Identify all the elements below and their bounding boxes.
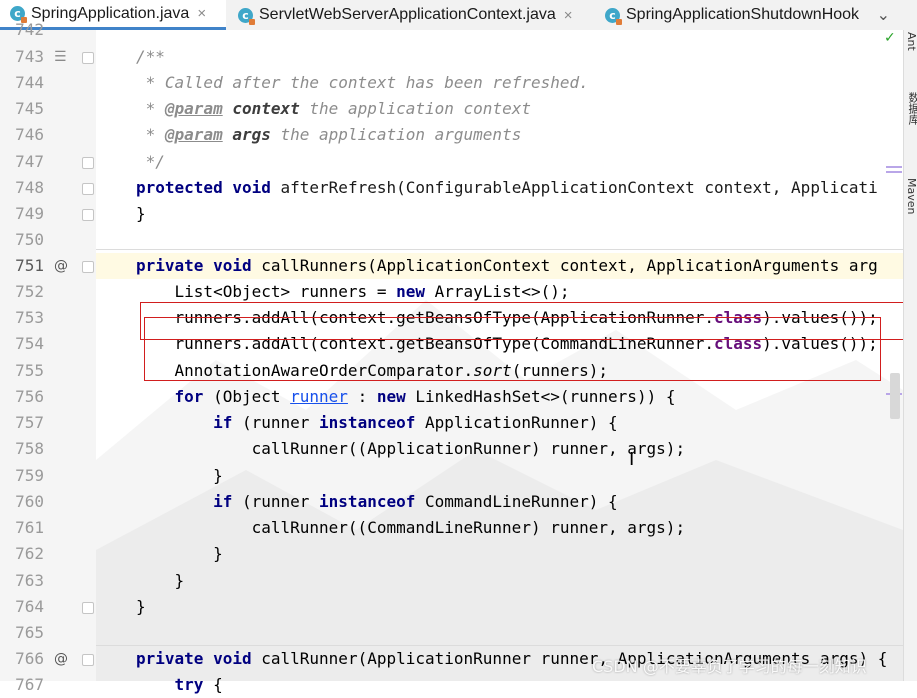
line-number: 756: [15, 387, 44, 406]
code-line: 758 callRunner((ApplicationRunner) runne…: [0, 436, 917, 462]
code-text: private void callRunners(ApplicationCont…: [136, 256, 878, 275]
doc-toggle-icon[interactable]: ☰: [54, 44, 67, 70]
fold-icon[interactable]: [82, 183, 94, 195]
code-text: * Called after the context has been refr…: [136, 73, 589, 92]
code-text: }: [136, 597, 146, 616]
code-text: * @param args the application arguments: [136, 125, 522, 144]
line-number: 764: [15, 597, 44, 616]
ant-tool-button[interactable]: Ant: [905, 32, 917, 51]
code-text: }: [136, 466, 223, 485]
code-line: 759 }: [0, 463, 917, 489]
line-number: 753: [15, 308, 44, 327]
code-line: 764 }: [0, 594, 917, 620]
line-number: 766: [15, 649, 44, 668]
code-line: 742: [0, 17, 917, 43]
code-text: callRunner((ApplicationRunner) runner, a…: [136, 439, 686, 458]
text-cursor-icon: I: [629, 449, 635, 470]
line-number: 751: [15, 256, 44, 275]
line-number: 765: [15, 623, 44, 642]
code-line: 743 ☰ /**: [0, 44, 917, 70]
code-text: callRunner((CommandLineRunner) runner, a…: [136, 518, 686, 537]
fold-icon[interactable]: [82, 602, 94, 614]
vertical-scrollbar-thumb[interactable]: [890, 373, 900, 419]
scroll-marker[interactable]: [886, 166, 902, 168]
fold-icon[interactable]: [82, 261, 94, 273]
code-text: try {: [174, 675, 223, 694]
line-number: 747: [15, 152, 44, 171]
highlight-box: [144, 317, 881, 381]
code-line: 756 for (Object runner : new LinkedHashS…: [0, 384, 917, 410]
line-number: 748: [15, 178, 44, 197]
fold-icon[interactable]: [82, 157, 94, 169]
code-line: 748 protected void afterRefresh(Configur…: [0, 175, 917, 201]
line-number: 754: [15, 334, 44, 353]
line-number: 742: [15, 20, 44, 39]
inspection-ok-icon[interactable]: ✓: [884, 30, 896, 46]
code-line: 765: [0, 620, 917, 646]
code-line: 749 }: [0, 201, 917, 227]
code-line: 760 if (runner instanceof CommandLineRun…: [0, 489, 917, 515]
database-tool-button[interactable]: 数据库: [905, 92, 917, 125]
line-number: 744: [15, 73, 44, 92]
code-text: * @param context the application context: [136, 99, 531, 118]
line-number: 755: [15, 361, 44, 380]
line-number: 760: [15, 492, 44, 511]
fold-icon[interactable]: [82, 52, 94, 64]
code-text: }: [136, 544, 223, 563]
scroll-marker[interactable]: [886, 171, 902, 173]
line-number: 743: [15, 47, 44, 66]
line-number: 749: [15, 204, 44, 223]
line-number: 767: [15, 675, 44, 694]
code-line: 763 }: [0, 568, 917, 594]
watermark: CSDN @不要辜负了学习的每一刻知识: [592, 657, 867, 676]
code-line: 761 callRunner((CommandLineRunner) runne…: [0, 515, 917, 541]
code-line: 747 */: [0, 149, 917, 175]
line-number: 758: [15, 439, 44, 458]
line-number: 745: [15, 99, 44, 118]
code-text: }: [136, 204, 146, 223]
line-number: 762: [15, 544, 44, 563]
code-line: 757 if (runner instanceof ApplicationRun…: [0, 410, 917, 436]
line-number: 746: [15, 125, 44, 144]
code-text: */: [136, 152, 165, 171]
code-line: 744 * Called after the context has been …: [0, 70, 917, 96]
code-text: for (Object runner : new LinkedHashSet<>…: [174, 387, 676, 406]
line-number: 761: [15, 518, 44, 537]
code-line: 750: [0, 227, 917, 253]
annotation-icon[interactable]: @: [54, 646, 68, 672]
line-number: 750: [15, 230, 44, 249]
line-number: 763: [15, 571, 44, 590]
line-number: 752: [15, 282, 44, 301]
code-text: }: [136, 571, 185, 590]
code-text: protected void afterRefresh(Configurable…: [136, 178, 878, 197]
fold-icon[interactable]: [82, 654, 94, 666]
code-line: 762 }: [0, 541, 917, 567]
code-text: if (runner instanceof CommandLineRunner)…: [213, 492, 618, 511]
code-line: 746 * @param args the application argume…: [0, 122, 917, 148]
code-text: if (runner instanceof ApplicationRunner)…: [213, 413, 618, 432]
code-line-current: 751 @ private void callRunners(Applicati…: [0, 253, 917, 279]
annotation-icon[interactable]: @: [54, 253, 68, 279]
code-line: 745 * @param context the application con…: [0, 96, 917, 122]
maven-tool-button[interactable]: Maven: [905, 178, 917, 214]
line-number: 757: [15, 413, 44, 432]
line-number: 759: [15, 466, 44, 485]
fold-icon[interactable]: [82, 209, 94, 221]
code-text: /**: [136, 47, 165, 66]
right-tool-window-bar: [903, 30, 917, 681]
